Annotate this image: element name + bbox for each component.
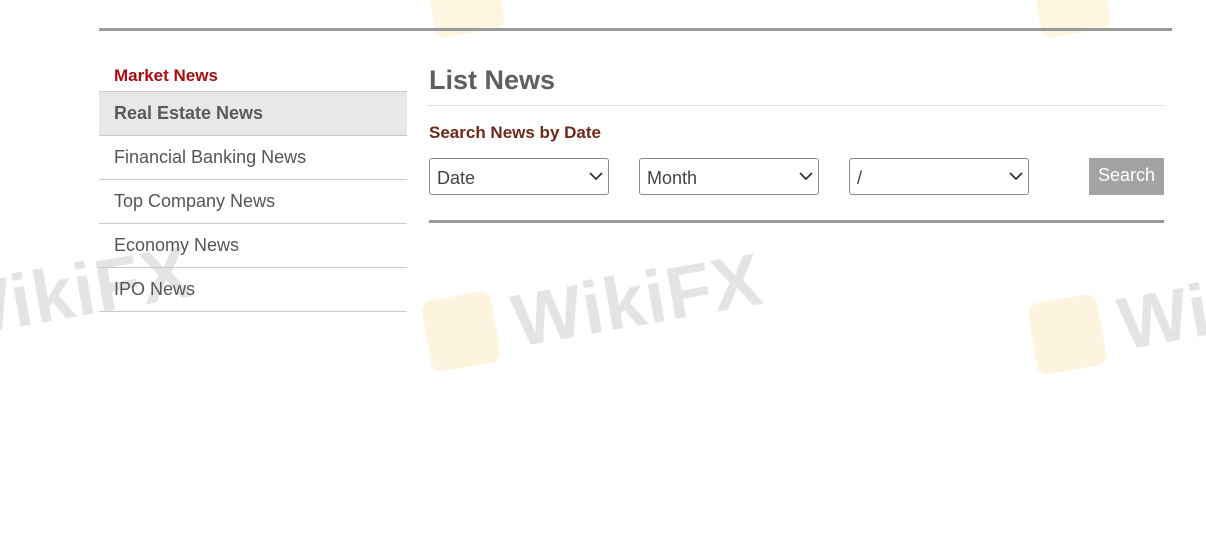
wikifx-logo-icon: [420, 289, 502, 373]
wikifx-logo-icon: [424, 0, 506, 40]
search-form: Date Month / Search: [429, 158, 1164, 196]
top-divider: [99, 28, 1172, 31]
month-select[interactable]: Month: [639, 158, 819, 195]
watermark-text: WikiFX: [506, 237, 769, 363]
date-select[interactable]: Date: [429, 158, 609, 195]
sidebar-item-economy-news[interactable]: Economy News: [99, 224, 407, 268]
year-select[interactable]: /: [849, 158, 1029, 195]
sidebar-item-real-estate-news[interactable]: Real Estate News: [99, 92, 407, 136]
main-content: List News Search News by Date Date Month…: [429, 58, 1164, 223]
watermark: WikiFX: [1025, 239, 1206, 382]
wikifx-logo-icon: [1026, 292, 1108, 376]
page: WikiFX WikiFX WikiFX Market News Real Es…: [0, 0, 1206, 539]
sidebar: Market News Real Estate News Financial B…: [99, 58, 407, 312]
watermark-text: WikiFX: [1112, 240, 1206, 366]
search-button[interactable]: Search: [1089, 158, 1164, 195]
watermark: [424, 0, 523, 40]
sidebar-heading[interactable]: Market News: [99, 58, 407, 92]
search-heading: Search News by Date: [429, 123, 601, 142]
chevron-down-icon: [799, 172, 813, 181]
watermark: WikiFX: [419, 236, 769, 379]
month-select-value: Month: [647, 168, 698, 188]
chevron-down-icon: [589, 172, 603, 181]
wikifx-logo-icon: [1030, 0, 1112, 40]
watermark: [1030, 0, 1129, 40]
chevron-down-icon: [1009, 172, 1023, 181]
sidebar-item-financial-banking-news[interactable]: Financial Banking News: [99, 136, 407, 180]
date-select-value: Date: [437, 168, 476, 188]
sidebar-item-ipo-news[interactable]: IPO News: [99, 268, 407, 312]
year-select-value: /: [857, 168, 863, 188]
page-title: List News: [429, 58, 1164, 106]
bottom-divider: [429, 220, 1164, 223]
sidebar-item-top-company-news[interactable]: Top Company News: [99, 180, 407, 224]
